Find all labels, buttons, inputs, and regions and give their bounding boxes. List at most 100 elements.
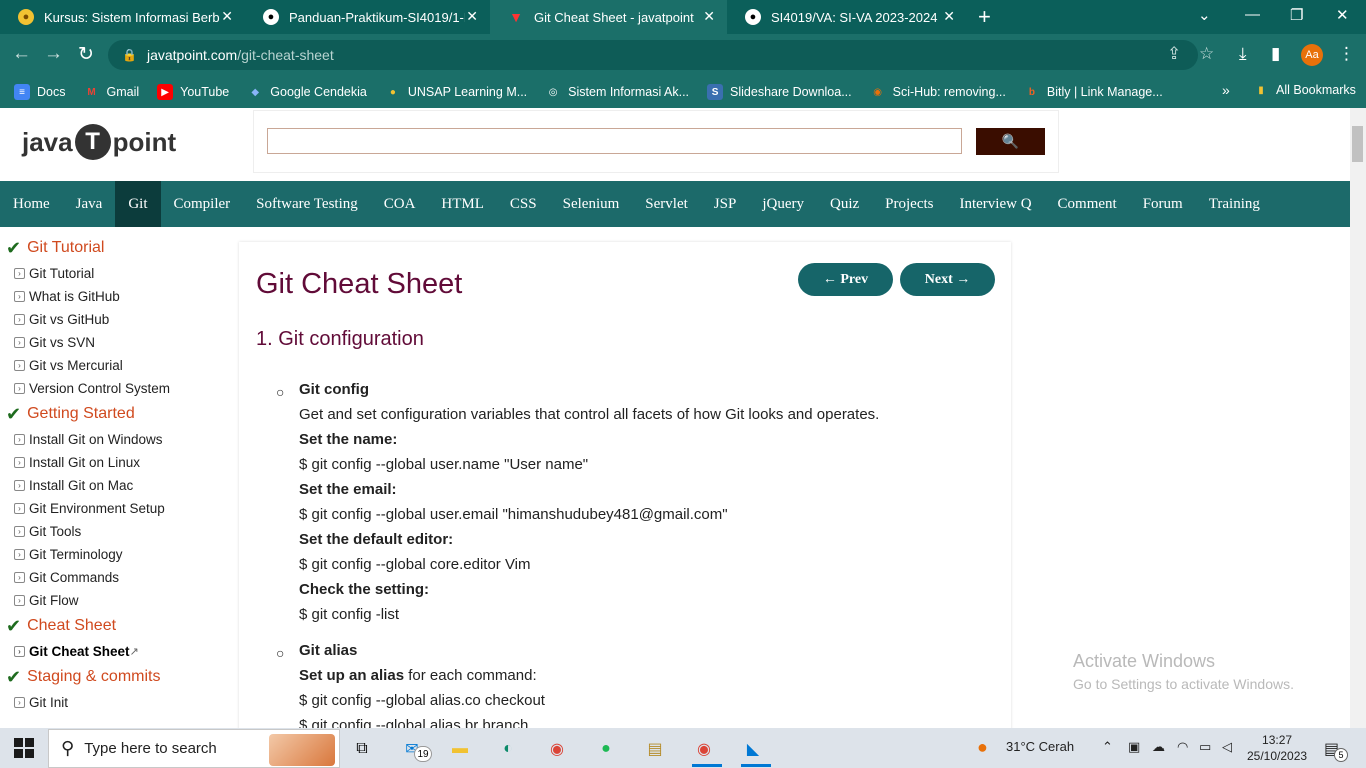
nav-item[interactable]: Java xyxy=(63,181,116,227)
nav-item[interactable]: Git xyxy=(115,181,161,227)
scrollbar[interactable] xyxy=(1350,108,1366,728)
bookmark-gmail[interactable]: M Gmail xyxy=(83,84,139,100)
profile-avatar[interactable]: Aa xyxy=(1301,44,1323,66)
sidebar-link[interactable]: › Git Tutorial xyxy=(0,262,230,285)
taskbar-search[interactable]: ⚲ Type here to search xyxy=(48,729,340,768)
menu-icon[interactable]: ⋮ xyxy=(1338,44,1355,64)
nav-item[interactable]: Interview Q xyxy=(946,181,1044,227)
all-bookmarks[interactable]: ▮ All Bookmarks xyxy=(1253,82,1356,98)
battery-icon[interactable]: ▭ xyxy=(1199,739,1211,755)
nav-item[interactable]: Compiler xyxy=(161,181,244,227)
vscode-icon[interactable]: ◣ xyxy=(739,735,767,763)
nav-item[interactable]: CSS xyxy=(497,181,550,227)
sidebar-link[interactable]: › Git Commands xyxy=(0,566,230,589)
bookmark-docs[interactable]: ≡ Docs xyxy=(14,84,65,100)
weather-text[interactable]: 31°C Cerah xyxy=(1006,739,1074,754)
nav-item[interactable]: Servlet xyxy=(632,181,701,227)
github-icon: ● xyxy=(263,9,279,25)
chrome-profile-icon[interactable]: ◉ xyxy=(690,735,718,763)
tab-si4019[interactable]: ● SI4019/VA: SI-VA 2023-2024 ✕ xyxy=(727,0,967,34)
sidebar-link[interactable]: › Git Cheat Sheet ↗ xyxy=(0,640,230,663)
nav-item[interactable]: Comment xyxy=(1045,181,1130,227)
sidebar-link[interactable]: › Version Control System xyxy=(0,377,230,400)
forward-icon[interactable]: → xyxy=(44,43,63,65)
bookmark-unsap[interactable]: ● UNSAP Learning M... xyxy=(385,84,527,100)
sidebar-link[interactable]: › Install Git on Linux xyxy=(0,451,230,474)
close-icon[interactable]: ✕ xyxy=(703,8,715,25)
check-icon: ✔ xyxy=(6,237,22,258)
tab-git-cheat-sheet[interactable]: ▼ Git Cheat Sheet - javatpoint ✕ xyxy=(490,0,727,34)
wifi-icon[interactable]: ◠ xyxy=(1177,739,1188,755)
sidebar-link[interactable]: › Install Git on Windows xyxy=(0,428,230,451)
window-close-icon[interactable]: ✕ xyxy=(1336,6,1349,24)
tab-kursus[interactable]: ● Kursus: Sistem Informasi Berbasis ✕ xyxy=(0,0,245,34)
bookmark-scihub[interactable]: ◉ Sci-Hub: removing... xyxy=(870,84,1006,100)
share-icon[interactable]: ⇪ xyxy=(1167,44,1181,64)
bullet-arrow-icon: › xyxy=(14,526,25,537)
nav-item[interactable]: Forum xyxy=(1130,181,1196,227)
search-input[interactable] xyxy=(267,128,962,154)
address-bar[interactable]: 🔒 javatpoint.com/git-cheat-sheet xyxy=(108,40,1198,70)
file-explorer-icon[interactable]: ▬ xyxy=(446,735,474,763)
nav-item[interactable]: COA xyxy=(371,181,429,227)
bookmark-star-icon[interactable]: ☆ xyxy=(1199,44,1214,64)
sidebar-link[interactable]: › Git Init xyxy=(0,691,230,714)
sidebar-link[interactable]: › Git Flow xyxy=(0,589,230,612)
next-button[interactable]: Next → xyxy=(900,263,995,296)
scrollbar-thumb[interactable] xyxy=(1352,126,1363,162)
nav-item[interactable]: Quiz xyxy=(817,181,872,227)
nav-item[interactable]: Software Testing xyxy=(243,181,371,227)
sidebar-link[interactable]: › Git vs SVN xyxy=(0,331,230,354)
restore-icon[interactable]: ❐ xyxy=(1290,6,1303,24)
meet-icon[interactable]: ▣ xyxy=(1128,739,1140,755)
nav-item[interactable]: Home xyxy=(0,181,63,227)
bookmark-bitly[interactable]: b Bitly | Link Manage... xyxy=(1024,84,1163,100)
task-view-icon[interactable]: ⧉ xyxy=(348,735,376,763)
download-icon[interactable]: ⤓ xyxy=(1239,44,1247,64)
app-icon[interactable]: ▤ xyxy=(641,735,669,763)
bookmark-youtube[interactable]: ▶ YouTube xyxy=(157,84,229,100)
nav-item[interactable]: jQuery xyxy=(749,181,817,227)
reload-icon[interactable]: ↻ xyxy=(78,43,94,66)
minimize-icon[interactable]: — xyxy=(1245,6,1260,23)
sidebar-link[interactable]: › Git Terminology xyxy=(0,543,230,566)
nav-item[interactable]: Training xyxy=(1196,181,1273,227)
sidebar-link[interactable]: › Git vs GitHub xyxy=(0,308,230,331)
active-app-indicator xyxy=(741,764,771,767)
back-icon[interactable]: ← xyxy=(12,43,31,65)
nav-item[interactable]: Projects xyxy=(872,181,946,227)
bookmark-google-cendekia[interactable]: ◆ Google Cendekia xyxy=(247,84,366,100)
chrome-icon[interactable]: ◉ xyxy=(543,735,571,763)
close-icon[interactable]: ✕ xyxy=(943,8,955,25)
tab-search-icon[interactable]: ⌄ xyxy=(1198,6,1211,24)
bitly-icon: b xyxy=(1028,86,1035,98)
edge-icon[interactable]: ◐ xyxy=(494,735,522,763)
sidebar-link[interactable]: › Git vs Mercurial xyxy=(0,354,230,377)
taskbar-clock[interactable]: 13:27 25/10/2023 xyxy=(1247,732,1307,764)
bookmarks-overflow[interactable]: » xyxy=(1222,82,1230,98)
side-panel-icon[interactable]: ▮ xyxy=(1271,44,1280,64)
new-tab-icon[interactable]: + xyxy=(978,4,991,30)
weather-icon[interactable]: ● xyxy=(977,737,988,758)
nav-item[interactable]: HTML xyxy=(428,181,497,227)
tab-panduan[interactable]: ● Panduan-Praktikum-SI4019/1-Pe ✕ xyxy=(245,0,490,34)
bookmark-sistem-informasi[interactable]: ◎ Sistem Informasi Ak... xyxy=(545,84,689,100)
cloud-icon[interactable]: ☁ xyxy=(1152,739,1165,755)
close-icon[interactable]: ✕ xyxy=(466,8,478,25)
prev-button[interactable]: ← Prev xyxy=(798,263,893,296)
sidebar-link[interactable]: › What is GitHub xyxy=(0,285,230,308)
javatpoint-logo[interactable]: java T point xyxy=(22,124,176,160)
windows-start-icon[interactable] xyxy=(14,738,34,763)
sidebar-link[interactable]: › Install Git on Mac xyxy=(0,474,230,497)
nav-item[interactable]: Selenium xyxy=(550,181,633,227)
sidebar-link[interactable]: › Git Tools xyxy=(0,520,230,543)
close-icon[interactable]: ✕ xyxy=(221,8,233,25)
search-button[interactable]: 🔍 xyxy=(976,128,1045,155)
spotify-icon[interactable]: ● xyxy=(592,735,620,763)
bookmark-slideshare[interactable]: S Slideshare Downloa... xyxy=(707,84,852,100)
nav-item[interactable]: JSP xyxy=(701,181,750,227)
sidebar-link[interactable]: › Git Environment Setup xyxy=(0,497,230,520)
content-subheading: Set the default editor: xyxy=(299,531,454,548)
volume-icon[interactable]: ◁ xyxy=(1222,739,1232,755)
tray-overflow-icon[interactable]: ⌃ xyxy=(1102,739,1113,755)
